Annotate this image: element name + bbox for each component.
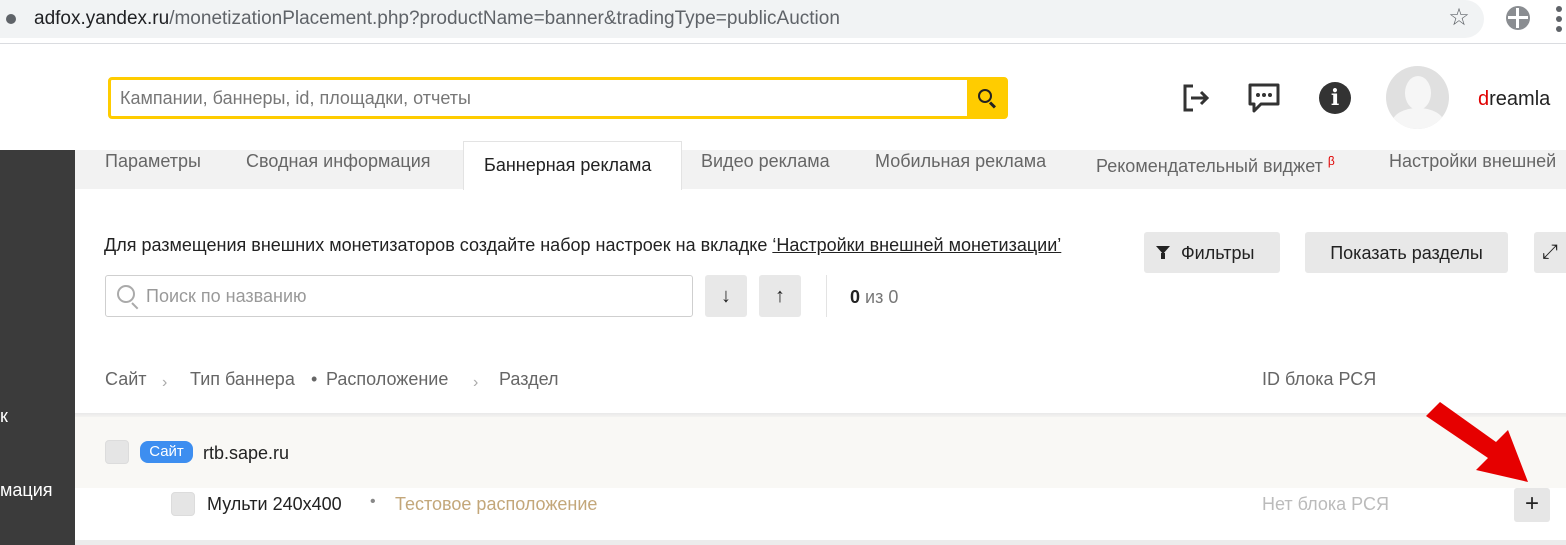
beta-badge: β bbox=[1327, 154, 1335, 168]
search-counter: 0 из 0 bbox=[850, 286, 898, 308]
tab-video-ads[interactable]: Видео реклама bbox=[701, 150, 830, 189]
expand-button[interactable]: ⤢ bbox=[1534, 232, 1566, 273]
username-rest: reamla bbox=[1489, 88, 1551, 110]
cell-bullet: • bbox=[370, 493, 376, 510]
filters-label: Фильтры bbox=[1181, 243, 1255, 263]
column-site: Сайт bbox=[105, 369, 147, 389]
browser-toolbar: adfox.yandex.ru/monetizationPlacement.ph… bbox=[0, 0, 1566, 44]
counter-total: из 0 bbox=[865, 287, 899, 307]
tab-banner-ads[interactable]: Баннерная реклама bbox=[463, 141, 682, 190]
search-icon bbox=[117, 285, 135, 303]
column-rsya-id: ID блока РСЯ bbox=[1262, 369, 1377, 389]
placement-checkbox[interactable] bbox=[171, 492, 195, 516]
logout-icon[interactable] bbox=[1181, 82, 1211, 114]
site-badge: Сайт bbox=[140, 441, 193, 463]
annotation-arrow-icon bbox=[1426, 402, 1528, 482]
bookmark-star-icon[interactable]: ☆ bbox=[1446, 4, 1472, 32]
globe-extension-icon[interactable] bbox=[1506, 6, 1530, 30]
site-info-icon[interactable] bbox=[6, 14, 16, 24]
name-search-input[interactable] bbox=[146, 276, 686, 316]
column-banner-type: Тип баннера bbox=[190, 369, 295, 389]
search-icon-handle bbox=[131, 302, 139, 310]
tab-banner-ads-label: Баннерная реклама bbox=[484, 155, 652, 175]
address-bar[interactable]: adfox.yandex.ru/monetizationPlacement.ph… bbox=[0, 0, 1484, 38]
browser-menu-dot bbox=[1556, 16, 1562, 22]
name-search bbox=[105, 275, 693, 317]
table-bottom-divider bbox=[75, 540, 1566, 545]
site-checkbox[interactable] bbox=[105, 440, 129, 464]
rsya-cell: Нет блока РСЯ bbox=[1262, 494, 1389, 514]
filters-button[interactable]: Фильтры bbox=[1144, 232, 1280, 273]
sidebar: к мация bbox=[0, 150, 75, 545]
arrow-down-icon: ↓ bbox=[721, 285, 731, 307]
breadcrumb-chevron-icon: › bbox=[473, 374, 479, 391]
sidebar-item-label[interactable]: мация bbox=[0, 479, 53, 501]
tab-mobile-ads[interactable]: Мобильная реклама bbox=[875, 150, 1046, 189]
search-button[interactable] bbox=[967, 80, 1005, 116]
tab-summary[interactable]: Сводная информация bbox=[246, 150, 431, 189]
next-result-button[interactable]: ↓ bbox=[705, 275, 747, 317]
filter-icon-stem bbox=[1161, 253, 1165, 259]
column-placement: Расположение bbox=[326, 369, 449, 389]
browser-menu-icon[interactable] bbox=[1556, 6, 1562, 12]
breadcrumb-chevron-icon: › bbox=[162, 374, 168, 391]
prev-result-button[interactable]: ↑ bbox=[759, 275, 801, 317]
show-sections-button[interactable]: Показать разделы bbox=[1305, 232, 1508, 273]
tab-parameters[interactable]: Параметры bbox=[105, 150, 201, 189]
column-bullet: • bbox=[311, 369, 318, 389]
search-icon-handle bbox=[988, 101, 997, 109]
info-text: Для размещения внешних монетизаторов соз… bbox=[104, 235, 773, 255]
url-host: adfox.yandex.ru bbox=[34, 8, 170, 29]
sidebar-item-label[interactable]: к bbox=[0, 405, 8, 427]
monetization-info: Для размещения внешних монетизаторов соз… bbox=[104, 234, 1142, 256]
browser-menu-dot bbox=[1556, 26, 1562, 32]
tab-recommendation-label: Рекомендательный виджет bbox=[1096, 156, 1323, 176]
arrow-up-icon: ↑ bbox=[775, 285, 785, 307]
messages-icon[interactable] bbox=[1247, 82, 1281, 114]
url-text[interactable]: adfox.yandex.ru/monetizationPlacement.ph… bbox=[34, 6, 840, 32]
url-path: /monetizationPlacement.php?productName=b… bbox=[169, 8, 840, 29]
toolbar-divider bbox=[826, 275, 827, 317]
tab-external-settings[interactable]: Настройки внешней bbox=[1389, 150, 1556, 189]
info-icon[interactable]: i bbox=[1319, 82, 1351, 114]
site-name[interactable]: rtb.sape.ru bbox=[203, 442, 289, 464]
avatar-head bbox=[1405, 76, 1431, 110]
avatar[interactable] bbox=[1386, 66, 1449, 129]
column-section: Раздел bbox=[499, 369, 559, 389]
table-row bbox=[75, 417, 1566, 488]
tab-recommendation-widget[interactable]: Рекомендательный виджет β bbox=[1096, 150, 1335, 189]
username[interactable]: dreamla bbox=[1478, 86, 1550, 112]
avatar-shoulders bbox=[1392, 108, 1444, 129]
counter-current: 0 bbox=[850, 287, 861, 307]
banner-type-cell[interactable]: Мульти 240x400 bbox=[207, 493, 342, 515]
external-monetization-link[interactable]: ‘Настройки внешней монетизации’ bbox=[772, 235, 1061, 255]
global-search bbox=[108, 77, 1008, 119]
placement-cell[interactable]: Тестовое расположение bbox=[395, 493, 597, 515]
add-rsya-block-button[interactable]: + bbox=[1514, 488, 1550, 522]
global-search-input[interactable] bbox=[111, 80, 967, 116]
username-initial: d bbox=[1478, 88, 1490, 110]
expand-icon: ⤢ bbox=[1542, 241, 1558, 263]
